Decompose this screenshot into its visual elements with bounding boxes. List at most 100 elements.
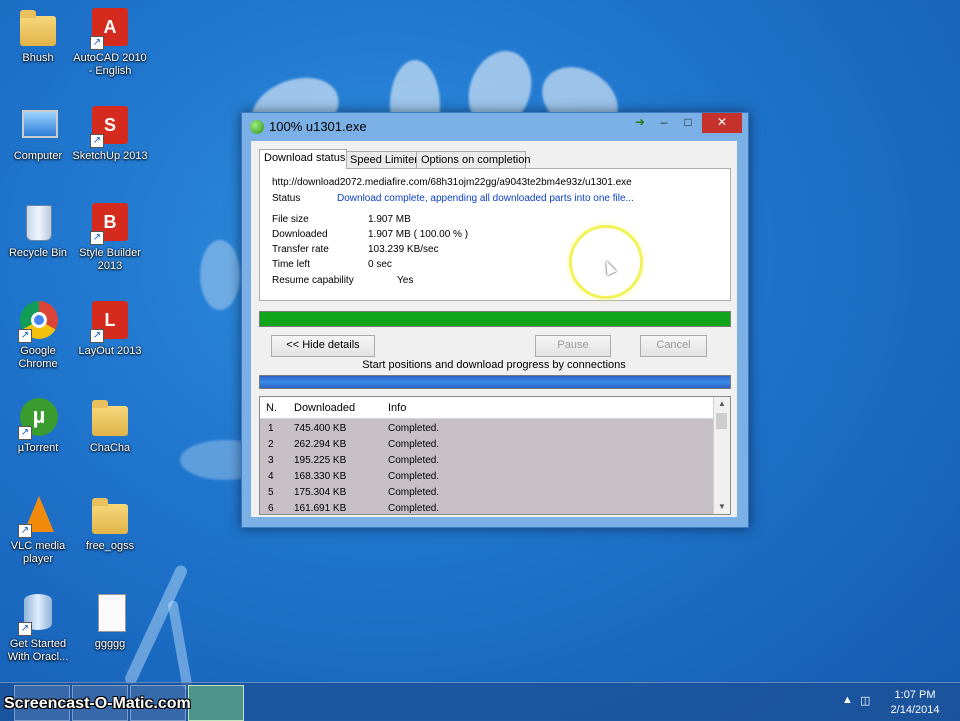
- desktop-icon[interactable]: A ↗ AutoCAD 2010 - English: [72, 6, 148, 78]
- row-info: Completed.: [388, 487, 440, 498]
- tray-chevron-icon[interactable]: ▲: [842, 694, 853, 706]
- table-row[interactable]: 6 161.691 KB Completed.: [260, 501, 713, 514]
- tab-options-on-completion[interactable]: Options on completion: [416, 151, 530, 168]
- scroll-thumb[interactable]: [716, 413, 727, 429]
- sketchup-icon: S ↗: [88, 104, 132, 148]
- desktop-icon-label: Style Builder 2013: [79, 247, 141, 272]
- scroll-down-icon[interactable]: ▼: [714, 500, 730, 514]
- cancel-button[interactable]: Cancel: [640, 335, 707, 357]
- field-value: 1.907 MB: [368, 214, 411, 225]
- row-number: 3: [268, 455, 274, 466]
- table-row[interactable]: 1 745.400 KB Completed.: [260, 421, 713, 437]
- row-number: 4: [268, 471, 274, 482]
- table-row[interactable]: 4 168.330 KB Completed.: [260, 469, 713, 485]
- connections-caption: Start positions and download progress by…: [362, 359, 626, 371]
- field-value: 0 sec: [368, 259, 392, 270]
- column-header[interactable]: Info: [388, 402, 406, 414]
- minimize-button[interactable]: –: [652, 113, 676, 133]
- row-number: 2: [268, 439, 274, 450]
- tab-speed-limiter[interactable]: Speed Limiter: [345, 151, 418, 168]
- desktop-icon[interactable]: ↗ Google Chrome: [0, 299, 76, 371]
- field-value: 1.907 MB ( 100.00 % ): [368, 229, 469, 240]
- oracle-xe-icon: ↗: [16, 592, 60, 636]
- window-client: Download status Speed Limiter Options on…: [251, 141, 737, 517]
- row-downloaded: 161.691 KB: [294, 503, 347, 514]
- desktop-icon[interactable]: ChaCha: [72, 396, 148, 455]
- desktop-icon[interactable]: Bhush: [0, 6, 76, 65]
- chrome-icon: ↗: [16, 299, 60, 343]
- clock-date: 2/14/2014: [890, 704, 940, 716]
- row-info: Completed.: [388, 423, 440, 434]
- connections-progress-bar: [259, 375, 731, 389]
- row-number: 6: [268, 503, 274, 514]
- download-status-panel: http://download2072.mediafire.com/68h31o…: [259, 168, 731, 301]
- computer-icon: [16, 104, 60, 148]
- desktop-icon[interactable]: B ↗ Style Builder 2013: [72, 201, 148, 273]
- row-info: Completed.: [388, 503, 440, 514]
- scroll-up-icon[interactable]: ▲: [714, 397, 730, 411]
- desktop-icon[interactable]: µ ↗ µTorrent: [0, 396, 76, 455]
- table-row[interactable]: 3 195.225 KB Completed.: [260, 453, 713, 469]
- desktop-icon-label: ChaCha: [89, 442, 131, 454]
- title-bar[interactable]: 100% u1301.exe ➜ – □ ✕: [242, 113, 748, 141]
- download-window[interactable]: 100% u1301.exe ➜ – □ ✕ Download status S…: [241, 112, 749, 528]
- column-header[interactable]: Downloaded: [294, 402, 355, 414]
- row-number: 1: [268, 423, 274, 434]
- row-number: 5: [268, 487, 274, 498]
- connections-table[interactable]: N. Downloaded Info 1 745.400 KB Completed.…: [259, 396, 731, 515]
- desktop-icon[interactable]: S ↗ SketchUp 2013: [72, 104, 148, 163]
- desktop-icon-label: Bhush: [22, 52, 54, 64]
- table-header: N. Downloaded Info: [260, 397, 713, 419]
- desktop-icon[interactable]: Computer: [0, 104, 76, 163]
- hide-details-button[interactable]: << Hide details: [271, 335, 375, 357]
- taskbar-clock[interactable]: 1:07 PM 2/14/2014: [880, 688, 950, 718]
- close-button[interactable]: ✕: [702, 113, 742, 133]
- row-downloaded: 195.225 KB: [294, 455, 347, 466]
- style-builder-icon: B ↗: [88, 201, 132, 245]
- desktop-icon[interactable]: ggggg: [72, 592, 148, 651]
- desktop-icon-label: Get Started With Oracl...: [7, 638, 69, 663]
- row-downloaded: 745.400 KB: [294, 423, 347, 434]
- tab-download-status[interactable]: Download status: [259, 149, 347, 169]
- desktop-icon-label: Recycle Bin: [8, 247, 68, 259]
- desktop-icon-label: Computer: [13, 150, 63, 162]
- clock-time: 1:07 PM: [894, 689, 936, 701]
- row-info: Completed.: [388, 439, 440, 450]
- column-header[interactable]: N.: [266, 402, 277, 414]
- row-downloaded: 262.294 KB: [294, 439, 347, 450]
- status-value: Download complete, appending all downloa…: [337, 193, 634, 204]
- screencast-watermark: Screencast-O-Matic.com: [4, 695, 191, 712]
- pause-button[interactable]: Pause: [535, 335, 611, 357]
- download-url: http://download2072.mediafire.com/68h31o…: [272, 177, 632, 188]
- network-icon[interactable]: ◫: [860, 694, 870, 707]
- desktop-icon-label: SketchUp 2013: [72, 150, 148, 162]
- desktop-icon[interactable]: ↗ Get Started With Oracl...: [0, 592, 76, 664]
- utorrent-icon: µ ↗: [16, 396, 60, 440]
- vlc-icon: ↗: [16, 494, 60, 538]
- desktop-icon[interactable]: Recycle Bin: [0, 201, 76, 260]
- row-info: Completed.: [388, 471, 440, 482]
- desktop-icon[interactable]: free_ogss: [72, 494, 148, 553]
- row-downloaded: 168.330 KB: [294, 471, 347, 482]
- download-progress-bar: [259, 311, 731, 327]
- maximize-button[interactable]: □: [676, 113, 700, 133]
- taskbar-idm-button[interactable]: [188, 685, 244, 721]
- field-value: 103.239 KB/sec: [368, 244, 439, 255]
- desktop-icon[interactable]: L ↗ LayOut 2013: [72, 299, 148, 358]
- arrow-icon[interactable]: ➜: [628, 113, 652, 133]
- desktop-icon-label: ggggg: [94, 638, 126, 650]
- folder-icon: [88, 396, 132, 440]
- vertical-scrollbar[interactable]: ▲ ▼: [713, 397, 730, 514]
- field-label: Resume capability: [272, 275, 354, 286]
- user-folder-icon: [16, 6, 60, 50]
- field-label: Downloaded: [272, 229, 328, 240]
- desktop-icon-label: AutoCAD 2010 - English: [73, 52, 147, 77]
- recycle-bin-icon: [16, 201, 60, 245]
- idm-icon: [250, 120, 264, 134]
- desktop-icon[interactable]: ↗ VLC media player: [0, 494, 76, 566]
- table-row[interactable]: 2 262.294 KB Completed.: [260, 437, 713, 453]
- layout-icon: L ↗: [88, 299, 132, 343]
- desktop-icon-label: free_ogss: [85, 540, 135, 552]
- desktop-icon-label: LayOut 2013: [78, 345, 142, 357]
- table-row[interactable]: 5 175.304 KB Completed.: [260, 485, 713, 501]
